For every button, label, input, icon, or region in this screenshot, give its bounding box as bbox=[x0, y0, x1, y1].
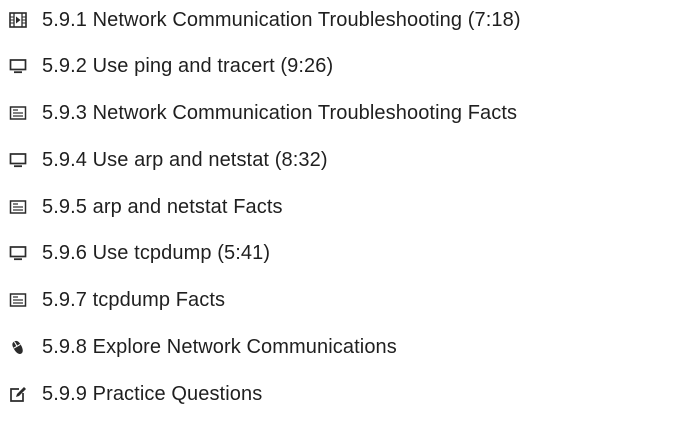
lesson-item-demo[interactable]: 5.9.4 Use arp and netstat (8:32) bbox=[8, 146, 328, 174]
lesson-item-lab[interactable]: 5.9.8 Explore Network Communications bbox=[8, 333, 397, 361]
lesson-label: 5.9.8 Explore Network Communications bbox=[42, 336, 397, 358]
lesson-item-facts[interactable]: 5.9.7 tcpdump Facts bbox=[8, 286, 225, 314]
lesson-label: 5.9.1 Network Communication Troubleshoot… bbox=[42, 9, 521, 31]
lesson-label: 5.9.3 Network Communication Troubleshoot… bbox=[42, 102, 518, 124]
document-icon bbox=[8, 197, 28, 217]
monitor-icon bbox=[8, 150, 28, 170]
lesson-item-facts[interactable]: 5.9.5 arp and netstat Facts bbox=[8, 193, 283, 221]
video-icon bbox=[8, 10, 28, 30]
quiz-icon bbox=[8, 384, 28, 404]
lesson-label: 5.9.7 tcpdump Facts bbox=[42, 289, 226, 311]
document-icon bbox=[8, 290, 28, 310]
lesson-label: 5.9.9 Practice Questions bbox=[42, 383, 263, 405]
lesson-label: 5.9.6 Use tcpdump (5:41) bbox=[42, 242, 271, 264]
lesson-label: 5.9.5 arp and netstat Facts bbox=[42, 196, 283, 218]
lesson-label: 5.9.4 Use arp and netstat (8:32) bbox=[42, 149, 328, 171]
lesson-item-quiz[interactable]: 5.9.9 Practice Questions bbox=[8, 380, 262, 408]
lesson-item-facts[interactable]: 5.9.3 Network Communication Troubleshoot… bbox=[8, 99, 517, 127]
lesson-item-video[interactable]: 5.9.1 Network Communication Troubleshoot… bbox=[8, 6, 521, 34]
lesson-item-demo[interactable]: 5.9.2 Use ping and tracert (9:26) bbox=[8, 52, 333, 80]
monitor-icon bbox=[8, 243, 28, 263]
monitor-icon bbox=[8, 56, 28, 76]
lesson-item-demo[interactable]: 5.9.6 Use tcpdump (5:41) bbox=[8, 239, 270, 267]
mouse-icon bbox=[8, 337, 28, 357]
document-icon bbox=[8, 103, 28, 123]
lesson-label: 5.9.2 Use ping and tracert (9:26) bbox=[42, 55, 334, 77]
